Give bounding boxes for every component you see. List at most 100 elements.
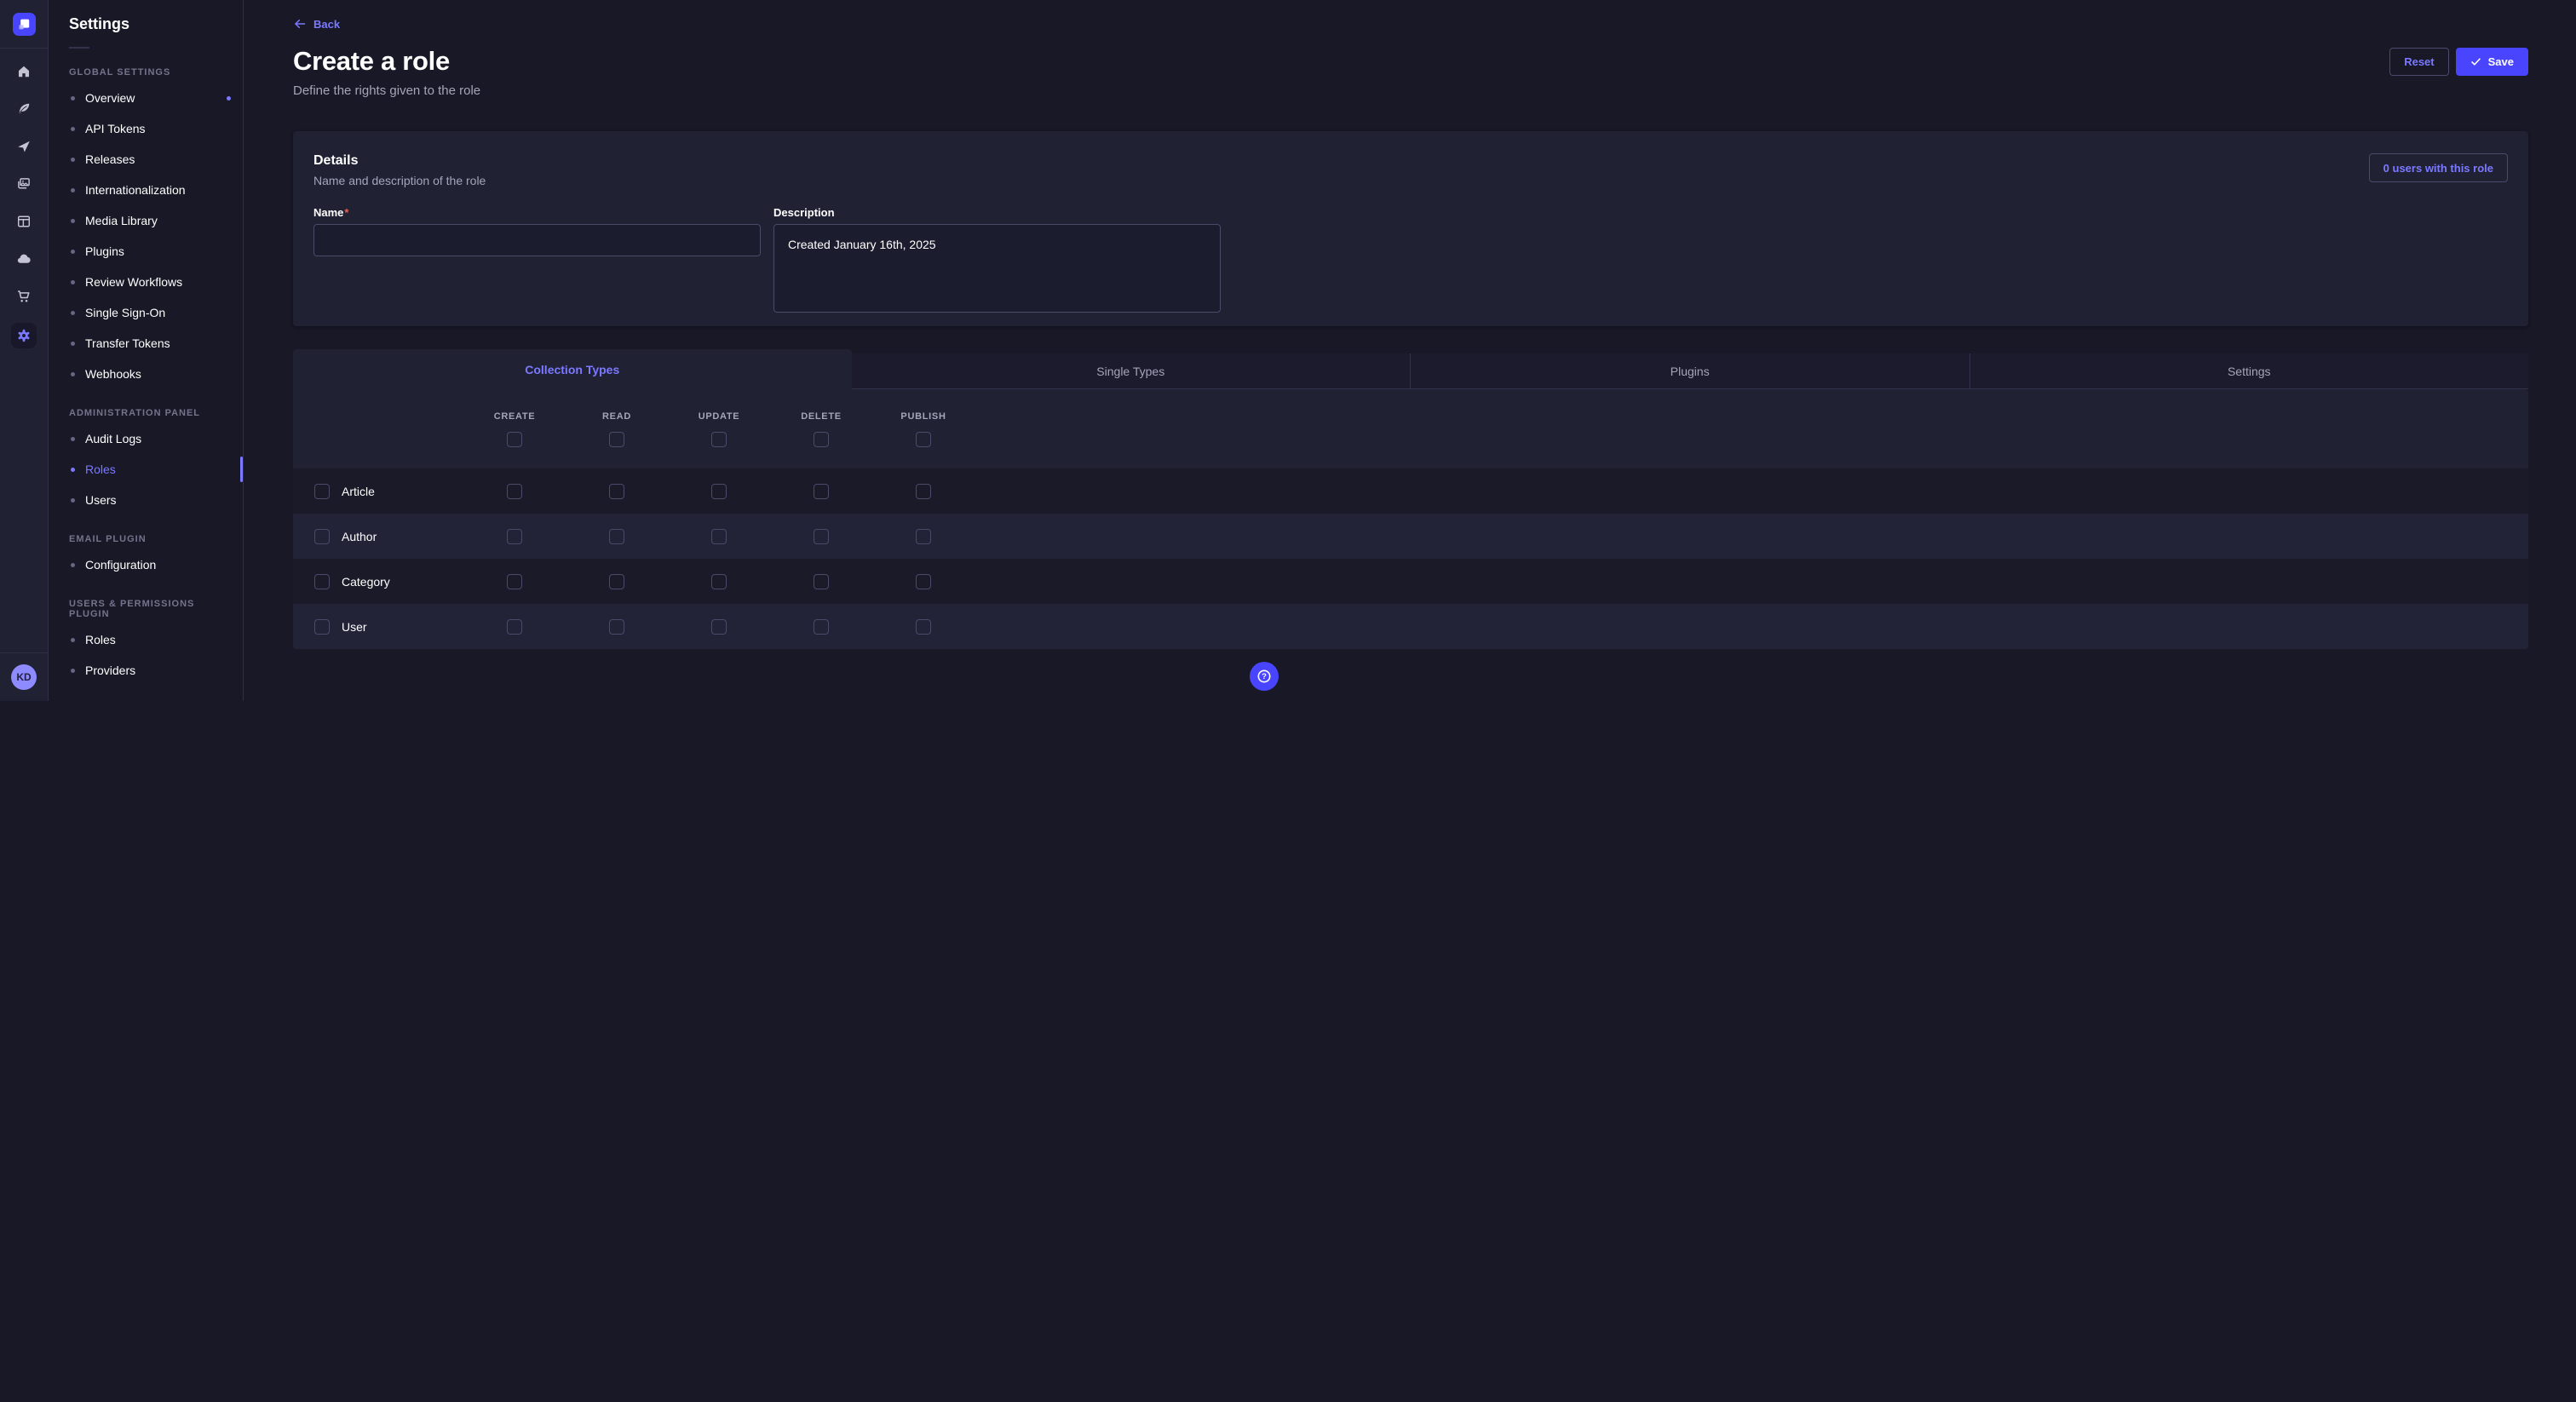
sidebar-item-roles-admin[interactable]: Roles [49, 454, 243, 485]
article-create-checkbox[interactable] [507, 484, 522, 499]
article-publish-checkbox[interactable] [916, 484, 931, 499]
check-icon [2470, 56, 2481, 67]
sidebar-item-releases[interactable]: Releases [49, 144, 243, 175]
sidebar-item-audit-logs[interactable]: Audit Logs [49, 423, 243, 454]
select-all-update-checkbox[interactable] [711, 432, 727, 447]
tab-collection-types[interactable]: Collection Types [293, 349, 852, 389]
category-create-checkbox[interactable] [507, 574, 522, 589]
rail-icon-list [0, 49, 48, 348]
bullet-icon [71, 280, 75, 284]
user-avatar[interactable]: KD [11, 664, 37, 690]
sidebar-item-configuration[interactable]: Configuration [49, 549, 243, 580]
category-delete-checkbox[interactable] [814, 574, 829, 589]
permissions-header-row: CREATE READ UPDATE DELETE PUBLISH [293, 389, 2528, 468]
reset-button[interactable]: Reset [2389, 48, 2448, 76]
section-label-global-settings: GLOBAL SETTINGS [69, 67, 222, 78]
row-label: Category [342, 575, 390, 589]
author-publish-checkbox[interactable] [916, 529, 931, 544]
tab-single-types[interactable]: Single Types [852, 353, 1411, 389]
strapi-logo[interactable] [13, 13, 36, 36]
bullet-icon [71, 219, 75, 223]
help-button[interactable]: ? [1250, 662, 1279, 691]
page-subtitle: Define the rights given to the role [293, 83, 2528, 98]
select-all-publish-checkbox[interactable] [916, 432, 931, 447]
sidebar-item-review-workflows[interactable]: Review Workflows [49, 267, 243, 297]
author-create-checkbox[interactable] [507, 529, 522, 544]
select-all-read-checkbox[interactable] [609, 432, 624, 447]
author-delete-checkbox[interactable] [814, 529, 829, 544]
article-delete-checkbox[interactable] [814, 484, 829, 499]
category-read-checkbox[interactable] [609, 574, 624, 589]
select-all-create-checkbox[interactable] [507, 432, 522, 447]
sidebar-item-roles-up[interactable]: Roles [49, 624, 243, 655]
bullet-icon [71, 96, 75, 101]
svg-text:?: ? [1262, 672, 1267, 681]
back-link[interactable]: Back [293, 17, 340, 31]
layout-icon[interactable] [16, 214, 32, 229]
sidebar-item-providers[interactable]: Providers [49, 655, 243, 686]
tab-plugins[interactable]: Plugins [1410, 353, 1969, 389]
user-row-checkbox[interactable] [314, 619, 330, 635]
bullet-icon [71, 342, 75, 346]
bullet-icon [71, 468, 75, 472]
article-row-checkbox[interactable] [314, 484, 330, 499]
arrow-left-icon [293, 17, 307, 31]
select-all-delete-checkbox[interactable] [814, 432, 829, 447]
bullet-icon [71, 437, 75, 441]
details-card-heading: Details Name and description of the role [313, 153, 486, 187]
bullet-icon [71, 188, 75, 192]
author-read-checkbox[interactable] [609, 529, 624, 544]
sidebar-item-overview[interactable]: Overview [49, 83, 243, 113]
sidebar-item-single-sign-on[interactable]: Single Sign-On [49, 297, 243, 328]
user-delete-checkbox[interactable] [814, 619, 829, 635]
active-item-indicator [240, 457, 243, 482]
permissions-tabbar: Collection Types Single Types Plugins Se… [293, 349, 2528, 389]
sidebar-item-users[interactable]: Users [49, 485, 243, 515]
sidebar-item-plugins[interactable]: Plugins [49, 236, 243, 267]
sidebar-title: Settings [69, 15, 222, 33]
strapi-logo-glyph [18, 18, 31, 31]
media-pictures-icon[interactable] [16, 176, 32, 192]
column-header-update: UPDATE [699, 411, 740, 422]
user-create-checkbox[interactable] [507, 619, 522, 635]
users-with-role-button[interactable]: 0 users with this role [2369, 153, 2508, 182]
section-label-administration-panel: ADMINISTRATION PANEL [69, 408, 222, 418]
author-row-checkbox[interactable] [314, 529, 330, 544]
permission-row-author: Author [293, 514, 2528, 559]
sidebar-item-internationalization[interactable]: Internationalization [49, 175, 243, 205]
author-update-checkbox[interactable] [711, 529, 727, 544]
bullet-icon [71, 250, 75, 254]
category-publish-checkbox[interactable] [916, 574, 931, 589]
permission-row-category: Category [293, 559, 2528, 604]
section-label-users-permissions-plugin: USERS & PERMISSIONS PLUGIN [69, 599, 222, 619]
cart-icon[interactable] [16, 289, 32, 304]
name-input[interactable] [313, 224, 761, 256]
sidebar-item-api-tokens[interactable]: API Tokens [49, 113, 243, 144]
icon-rail: KD [0, 0, 49, 701]
settings-sidebar-header: Settings [49, 0, 243, 49]
permissions-panel: CREATE READ UPDATE DELETE PUBLISH [293, 389, 2528, 649]
category-row-checkbox[interactable] [314, 574, 330, 589]
required-asterisk: * [344, 206, 348, 219]
save-button[interactable]: Save [2456, 48, 2528, 76]
user-update-checkbox[interactable] [711, 619, 727, 635]
settings-rail-tile[interactable] [11, 323, 37, 348]
description-textarea[interactable]: Created January 16th, 2025 [773, 224, 1221, 313]
column-header-delete: DELETE [801, 411, 842, 422]
description-field-group: Description Created January 16th, 2025 [773, 206, 1221, 317]
sidebar-item-webhooks[interactable]: Webhooks [49, 359, 243, 389]
cloud-icon[interactable] [16, 251, 32, 267]
paper-plane-icon[interactable] [16, 139, 32, 154]
sidebar-item-transfer-tokens[interactable]: Transfer Tokens [49, 328, 243, 359]
user-publish-checkbox[interactable] [916, 619, 931, 635]
article-read-checkbox[interactable] [609, 484, 624, 499]
tab-settings[interactable]: Settings [1969, 353, 2529, 389]
article-update-checkbox[interactable] [711, 484, 727, 499]
sidebar-item-media-library[interactable]: Media Library [49, 205, 243, 236]
user-read-checkbox[interactable] [609, 619, 624, 635]
category-update-checkbox[interactable] [711, 574, 727, 589]
home-icon[interactable] [16, 64, 32, 79]
name-field-group: Name* [313, 206, 761, 317]
feather-icon[interactable] [16, 101, 32, 117]
logo-section [0, 0, 48, 49]
